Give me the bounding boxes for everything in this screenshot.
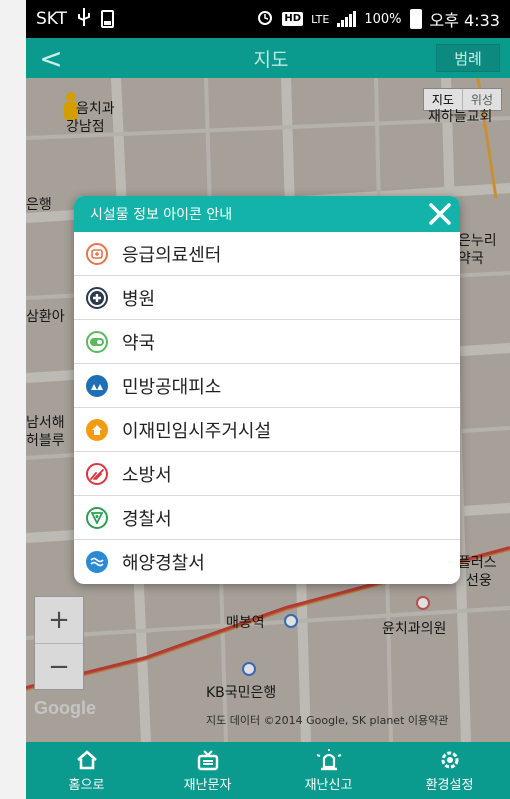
- tv-icon: [197, 749, 219, 771]
- legend-item-label: 소방서: [122, 464, 172, 486]
- lte-label: LTE: [311, 12, 330, 26]
- battery-percent: 100%: [364, 11, 402, 27]
- app-header: < 지도 범례: [26, 38, 510, 78]
- legend-item-label: 경찰서: [122, 508, 172, 530]
- legend-item-pharmacy: 약국: [74, 320, 460, 364]
- legend-item-label: 약국: [122, 332, 156, 354]
- gear-icon: [439, 749, 461, 771]
- tab-label: 홈으로: [68, 777, 105, 793]
- mini-battery-icon: [101, 10, 115, 28]
- legend-item-shelter: 민방공대피소: [74, 364, 460, 408]
- carrier-label: SKT: [36, 9, 68, 29]
- legend-item-label: 이재민임시주거시설: [122, 420, 272, 442]
- legend-item-temporary-housing: 이재민임시주거시설: [74, 408, 460, 452]
- legend-item-fire-station: 소방서: [74, 452, 460, 496]
- close-icon[interactable]: [420, 196, 460, 232]
- legend-item-coast-guard: 해양경찰서: [74, 540, 460, 584]
- hd-voice-icon: HD: [282, 12, 304, 26]
- legend-item-emergency: 응급의료센터: [74, 232, 460, 276]
- legend-item-label: 해양경찰서: [122, 553, 205, 574]
- battery-icon: [409, 9, 422, 29]
- temporary-housing-icon: [86, 418, 108, 441]
- dialog-title: 시설물 정보 아이콘 안내: [90, 207, 233, 223]
- signal-icon: [337, 11, 357, 27]
- legend-button[interactable]: 범례: [436, 44, 500, 72]
- legend-item-police: 경찰서: [74, 496, 460, 540]
- police-icon: [86, 506, 108, 529]
- hospital-cross-icon: [86, 286, 108, 309]
- tab-home[interactable]: 홈으로: [26, 742, 147, 799]
- legend-item-label: 병원: [122, 288, 156, 310]
- tab-disaster-messages[interactable]: 재난문자: [147, 742, 268, 799]
- tab-label: 재난신고: [304, 777, 353, 793]
- phone-screen: SKT HD LTE 100% 오후 4:33 < 지도 범례 음치과 강남점 …: [26, 0, 510, 799]
- legend-item-label: 민방공대피소: [122, 376, 222, 398]
- tab-label: 재난문자: [183, 777, 232, 793]
- facility-icon-legend-dialog: 시설물 정보 아이콘 안내 응급의료센터 병원 약국 민방공대피소 이재민임시주…: [74, 196, 460, 584]
- shelter-icon: [86, 374, 108, 397]
- bottom-navigation: 홈으로 재난문자 재난신고 환경설정: [26, 742, 510, 799]
- tab-settings[interactable]: 환경설정: [389, 742, 510, 799]
- legend-item-label: 응급의료센터: [122, 244, 222, 266]
- siren-icon: [316, 748, 342, 771]
- usb-icon: [77, 7, 91, 31]
- clock: 오후 4:33: [429, 11, 500, 30]
- alarm-icon: [256, 8, 274, 30]
- back-button[interactable]: <: [26, 42, 76, 75]
- coast-guard-icon: [86, 551, 108, 573]
- pharmacy-pill-icon: [86, 330, 108, 353]
- emergency-icon: [86, 242, 108, 265]
- home-icon: [76, 749, 98, 771]
- fire-station-icon: [86, 462, 108, 485]
- legend-item-hospital: 병원: [74, 276, 460, 320]
- page-title: 지도: [253, 48, 289, 71]
- dialog-header: 시설물 정보 아이콘 안내: [74, 196, 460, 232]
- status-bar: SKT HD LTE 100% 오후 4:33: [26, 0, 510, 38]
- tab-disaster-report[interactable]: 재난신고: [268, 742, 389, 799]
- tab-label: 환경설정: [425, 777, 474, 793]
